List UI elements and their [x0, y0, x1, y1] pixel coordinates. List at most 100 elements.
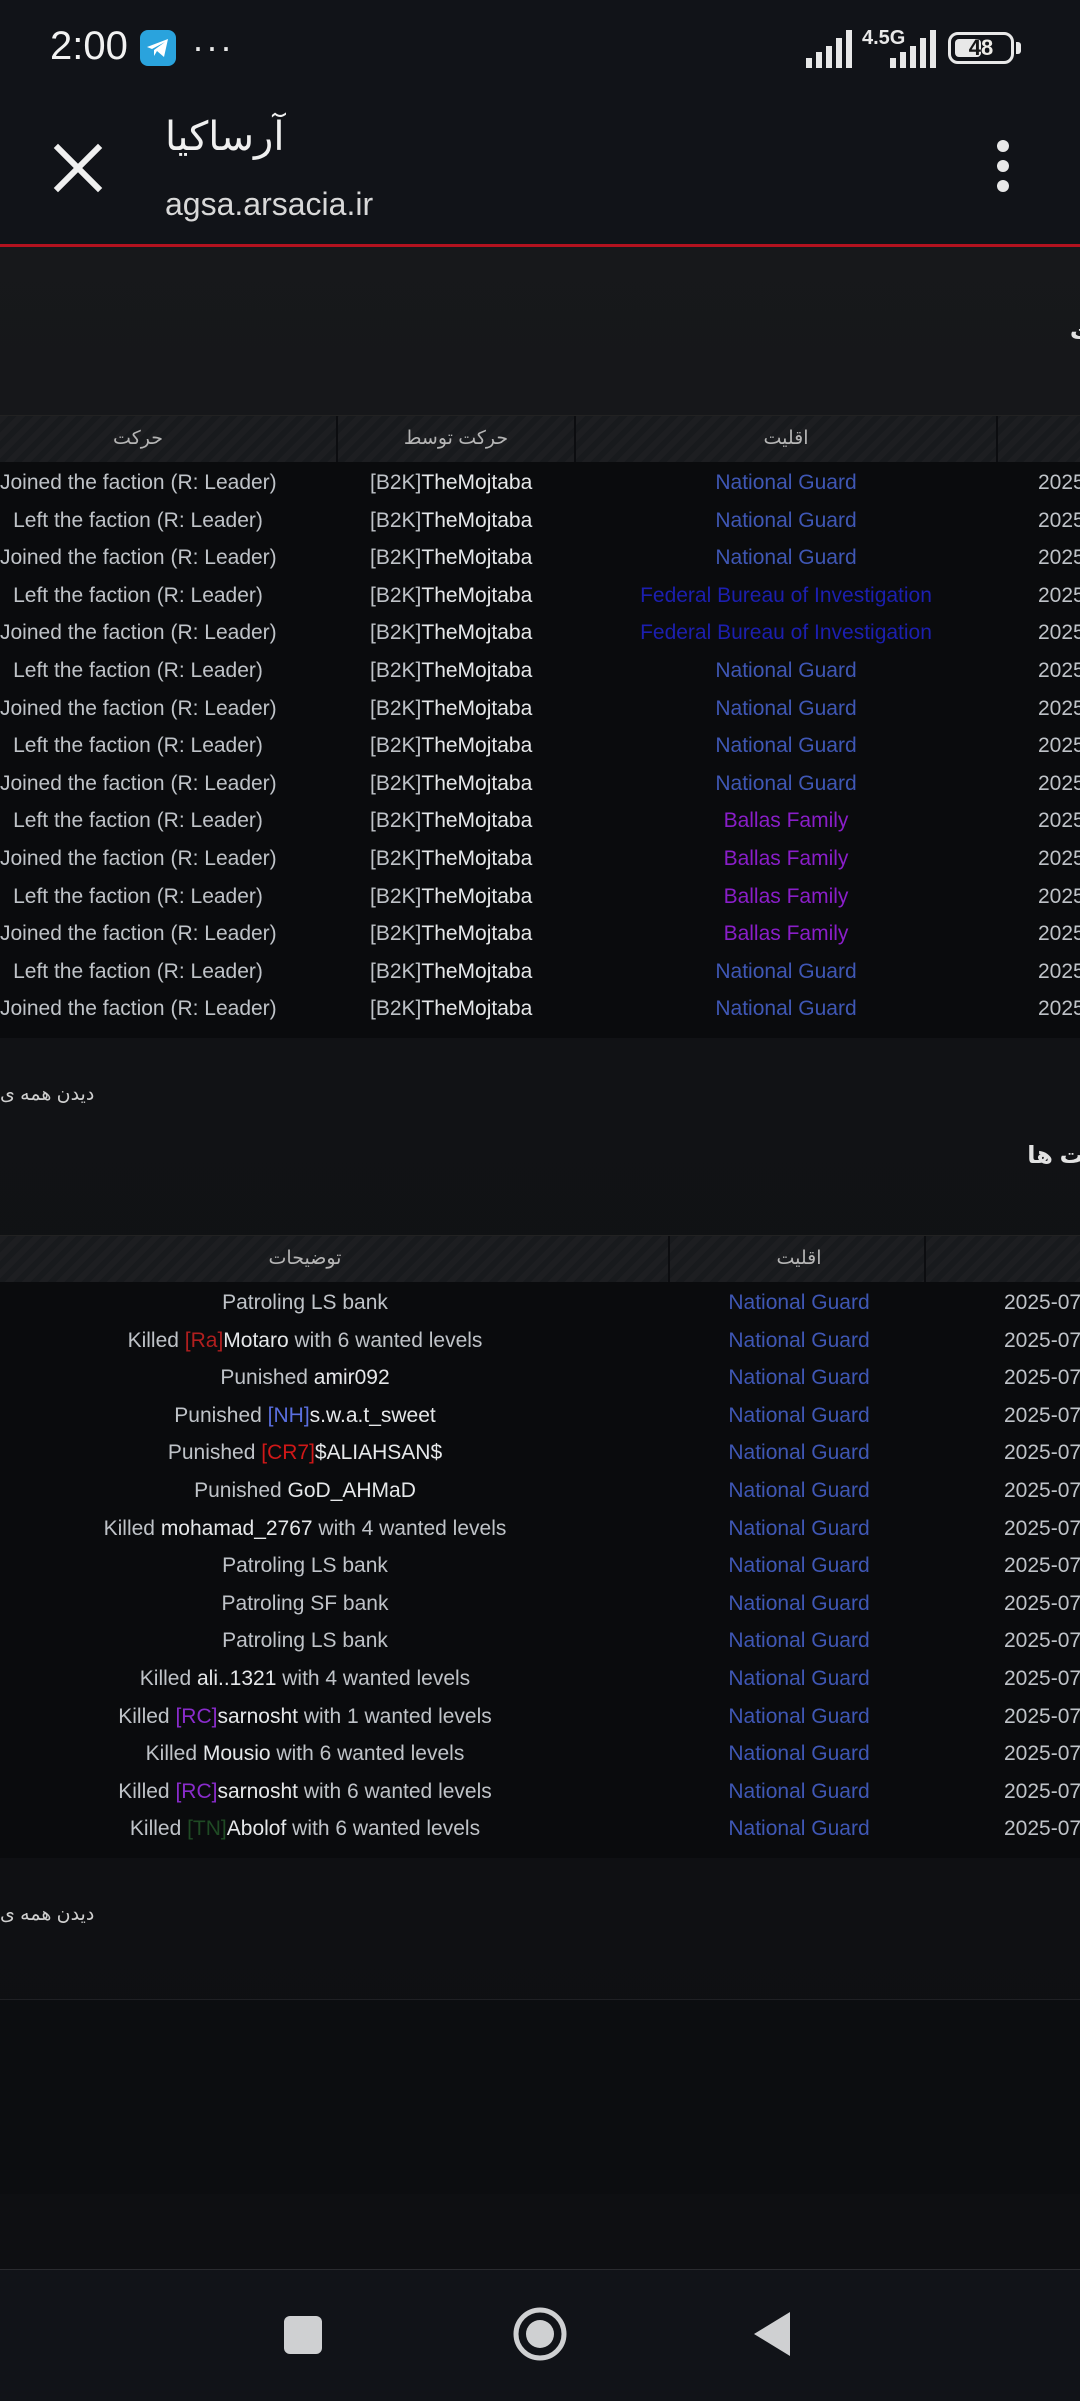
cell-faction[interactable]: National Guard — [670, 1510, 928, 1548]
cell-date: 2025-07 — [1004, 1704, 1080, 1728]
cell-faction[interactable]: National Guard — [670, 1359, 928, 1397]
cell-date: 2025 — [1038, 471, 1080, 494]
user-name[interactable]: TheMojtaba — [421, 734, 532, 757]
view-all-link[interactable]: دیدن همه ی — [0, 1903, 94, 1926]
cell-description: Punished amir092 — [0, 1359, 610, 1397]
user-name[interactable]: ali..1321 — [197, 1667, 276, 1690]
cell-faction[interactable]: Federal Bureau of Investigation — [576, 577, 996, 615]
cell-description: Punished [NH]s.w.a.t_sweet — [0, 1397, 610, 1435]
triangle-back-icon[interactable] — [752, 2310, 792, 2358]
circle-icon[interactable] — [512, 2306, 568, 2362]
user-name[interactable]: sarnosht — [217, 1780, 298, 1803]
cell-action: Joined the faction (R: Leader) — [0, 471, 277, 494]
cell-faction[interactable]: National Guard — [670, 1622, 928, 1660]
cell-faction[interactable]: National Guard — [670, 1472, 928, 1510]
description-text: Killed — [139, 1666, 197, 1690]
cell-date: 2025-07 — [1004, 1478, 1080, 1502]
description-text: with 6 wanted levels — [270, 1742, 465, 1766]
clan-tag: [Ra] — [184, 1328, 224, 1352]
page-title: آرساکیا — [165, 115, 285, 159]
user-name[interactable]: Mousio — [203, 1742, 271, 1765]
user-name[interactable]: GoD_AHMaD — [288, 1479, 416, 1502]
user-name[interactable]: TheMojtaba — [421, 546, 532, 569]
cell-faction[interactable]: National Guard — [670, 1322, 928, 1360]
table-row: Punished GoD_AHMaD National Guard 2025-07 — [0, 1472, 1080, 1510]
cell-by: [B2K]TheMojtaba — [370, 765, 532, 803]
cell-faction[interactable]: National Guard — [576, 652, 996, 690]
cell-description: Killed [RC]sarnosht with 1 wanted levels — [0, 1698, 610, 1736]
user-name[interactable]: TheMojtaba — [421, 509, 532, 532]
cell-by: [B2K]TheMojtaba — [370, 614, 532, 652]
clan-tag: [RC] — [175, 1779, 218, 1803]
cell-date: 2025-07 — [1004, 1742, 1080, 1766]
user-name[interactable]: TheMojtaba — [421, 997, 532, 1020]
cell-faction[interactable]: National Guard — [576, 990, 996, 1028]
cell-faction[interactable]: National Guard — [670, 1660, 928, 1698]
description-text: Punished — [220, 1366, 314, 1390]
cell-date: 2025-07 — [1004, 1591, 1080, 1615]
table-row: Joined the faction (R: Leader) [B2K]TheMo… — [0, 915, 1080, 953]
more-vertical-icon[interactable] — [990, 140, 1016, 200]
header-action: حرکت — [113, 428, 163, 449]
user-name[interactable]: TheMojtaba — [421, 471, 532, 494]
cell-faction[interactable]: National Guard — [576, 953, 996, 991]
user-name[interactable]: TheMojtaba — [421, 659, 532, 682]
clan-tag: [B2K] — [370, 846, 422, 870]
user-name[interactable]: sarnosht — [217, 1705, 298, 1728]
cell-date: 2025 — [1038, 734, 1080, 758]
cell-faction[interactable]: National Guard — [576, 690, 996, 728]
description-text: Killed — [103, 1516, 161, 1540]
user-name[interactable]: Motaro — [223, 1329, 288, 1352]
cell-faction[interactable]: Ballas Family — [576, 802, 996, 840]
user-name[interactable]: mohamad_2767 — [161, 1517, 313, 1540]
user-name[interactable]: TheMojtaba — [421, 960, 532, 983]
table-row: Left the faction (R: Leader) [B2K]TheMojt… — [0, 727, 1080, 765]
cell-faction[interactable]: Ballas Family — [576, 915, 996, 953]
cell-faction[interactable]: National Guard — [670, 1773, 928, 1811]
user-name[interactable]: amir092 — [314, 1366, 390, 1389]
table-row: Killed [RC]sarnosht with 1 wanted levels… — [0, 1698, 1080, 1736]
cell-faction[interactable]: National Guard — [670, 1585, 928, 1623]
cell-faction[interactable]: National Guard — [670, 1547, 928, 1585]
cell-faction[interactable]: National Guard — [670, 1810, 928, 1848]
cell-faction[interactable]: Ballas Family — [576, 878, 996, 916]
cell-faction[interactable]: National Guard — [670, 1735, 928, 1773]
table-row: Joined the faction (R: Leader) [B2K]TheMo… — [0, 614, 1080, 652]
cell-faction[interactable]: National Guard — [670, 1698, 928, 1736]
cell-faction[interactable]: National Guard — [670, 1434, 928, 1472]
page-url[interactable]: agsa.arsacia.ir — [165, 186, 373, 223]
user-name[interactable]: $ALIAHSAN$ — [315, 1441, 442, 1464]
user-name[interactable]: TheMojtaba — [421, 922, 532, 945]
user-name[interactable]: TheMojtaba — [421, 809, 532, 832]
cell-action: Joined the faction (R: Leader) — [0, 846, 277, 870]
user-name[interactable]: s.w.a.t_sweet — [310, 1404, 436, 1427]
cell-faction[interactable]: National Guard — [576, 765, 996, 803]
cell-faction[interactable]: National Guard — [576, 727, 996, 765]
description-text: Killed — [118, 1704, 176, 1728]
user-name[interactable]: TheMojtaba — [421, 847, 532, 870]
cell-description: Killed [TN]Abolof with 6 wanted levels — [0, 1810, 610, 1848]
clan-tag: [B2K] — [370, 471, 422, 494]
cell-faction[interactable]: National Guard — [670, 1397, 928, 1435]
cell-date: 2025 — [1038, 846, 1080, 870]
cell-faction[interactable]: Federal Bureau of Investigation — [576, 614, 996, 652]
cell-faction[interactable]: National Guard — [670, 1284, 928, 1322]
user-name[interactable]: TheMojtaba — [421, 697, 532, 720]
user-name[interactable]: TheMojtaba — [421, 621, 532, 644]
view-all-link[interactable]: دیدن همه ی — [0, 1083, 94, 1106]
user-name[interactable]: TheMojtaba — [421, 885, 532, 908]
telegram-icon — [140, 30, 176, 66]
cell-faction[interactable]: National Guard — [576, 539, 996, 577]
cell-by: [B2K]TheMojtaba — [370, 577, 532, 615]
cell-faction[interactable]: Ballas Family — [576, 840, 996, 878]
cell-faction[interactable]: National Guard — [576, 502, 996, 540]
close-icon[interactable] — [48, 138, 108, 198]
cell-date: 2025 — [1038, 546, 1080, 570]
cell-faction[interactable]: National Guard — [576, 464, 996, 502]
user-name[interactable]: TheMojtaba — [421, 772, 532, 795]
description-text: Patroling LS bank — [222, 1554, 388, 1578]
user-name[interactable]: Abolof — [227, 1817, 287, 1840]
user-name[interactable]: TheMojtaba — [421, 584, 532, 607]
square-icon[interactable] — [284, 2316, 322, 2354]
header-by: حرکت توسط — [403, 428, 509, 449]
